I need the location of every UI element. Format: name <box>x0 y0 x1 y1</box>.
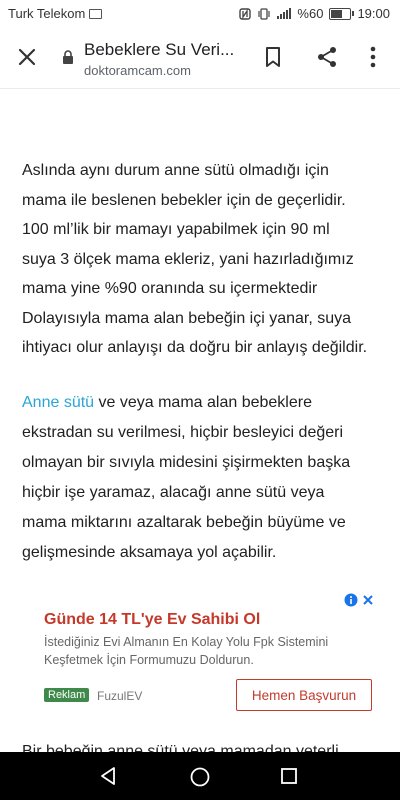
home-icon[interactable] <box>189 766 211 788</box>
more-icon[interactable] <box>366 44 380 70</box>
article-line: olmayan bir sıvıyla midesini şişirmekten… <box>22 454 351 471</box>
status-time: 19:00 <box>357 6 390 21</box>
anne-sutu-link[interactable]: Anne sütü <box>22 394 94 411</box>
info-icon[interactable] <box>344 593 358 607</box>
article-line: mama miktarını azaltarak bebeğin büyüme … <box>22 514 346 531</box>
status-bar: Turk Telekom %60 19:00 <box>0 0 400 28</box>
nfc-icon <box>239 7 252 20</box>
article-line: Aslında aynı durum anne sütü olmadığı iç… <box>22 162 329 179</box>
article-line: hiçbir işe yaramaz, alacağı anne sütü ve… <box>22 484 325 501</box>
share-icon[interactable] <box>314 44 340 70</box>
article-paragraph-2: Anne sütü ve veya mama alan bebeklere ek… <box>22 388 378 568</box>
status-left: Turk Telekom <box>8 6 103 21</box>
ad-close-icon[interactable] <box>362 594 374 606</box>
carrier-name: Turk Telekom <box>8 6 86 21</box>
custom-tab-toolbar: Bebeklere Su Veri... doktoramcam.com <box>0 28 400 89</box>
page-title: Bebeklere Su Veri... <box>84 40 234 59</box>
ad-badge: Reklam <box>44 688 90 702</box>
article-line: Dolayısıyla mama alan bebeğin içi yanar,… <box>22 309 352 327</box>
battery-percent: %60 <box>297 6 324 21</box>
ad-choices[interactable] <box>344 593 374 607</box>
recents-icon[interactable] <box>280 767 298 785</box>
ad-description: İstediğiniz Evi Almanın En Kolay Yolu Fp… <box>44 635 329 667</box>
article-line: ekstradan su verilmesi, hiçbir besleyici… <box>22 424 344 441</box>
article-text: ve veya mama alan bebeklere <box>94 394 312 411</box>
article-line: ihtiyacı olur anlayışı da doğru bir anla… <box>22 339 368 356</box>
vibrate-icon <box>258 7 271 20</box>
ad-source: FuzulEV <box>97 689 143 703</box>
article-line: 100 ml’lik bir mamayı yapabilmek için 90… <box>22 221 330 238</box>
lock-icon <box>63 50 73 64</box>
navigation-bar <box>0 752 400 800</box>
bookmark-icon[interactable] <box>262 45 284 69</box>
close-icon[interactable] <box>14 44 40 70</box>
ad-title[interactable]: Günde 14 TL'ye Ev Sahibi Ol <box>44 611 260 629</box>
battery-icon <box>329 7 355 20</box>
mail-icon <box>89 8 103 19</box>
article-line: suya 3 ölçek mama ekleriz, yani hazırlad… <box>22 250 354 268</box>
article-paragraph-1: Aslında aynı durum anne sütü olmadığı iç… <box>22 156 378 363</box>
signal-icon <box>277 8 292 19</box>
ad-card[interactable]: Günde 14 TL'ye Ev Sahibi Ol İstediğiniz … <box>22 585 380 720</box>
status-right: %60 19:00 <box>239 6 390 21</box>
article-line: Anne sütü ve veya mama alan bebeklere <box>22 388 378 418</box>
article-line: gelişmesinde aksamaya yol açabilir. <box>22 544 277 561</box>
apply-now-button[interactable]: Hemen Başvurun <box>236 679 372 711</box>
article-line: mama ile beslenen bebekler için de geçer… <box>22 191 346 209</box>
back-icon[interactable] <box>98 766 118 786</box>
article-line: mama yine %90 oranında su içermektedir <box>22 280 318 297</box>
page-url: doktoramcam.com <box>84 63 191 78</box>
